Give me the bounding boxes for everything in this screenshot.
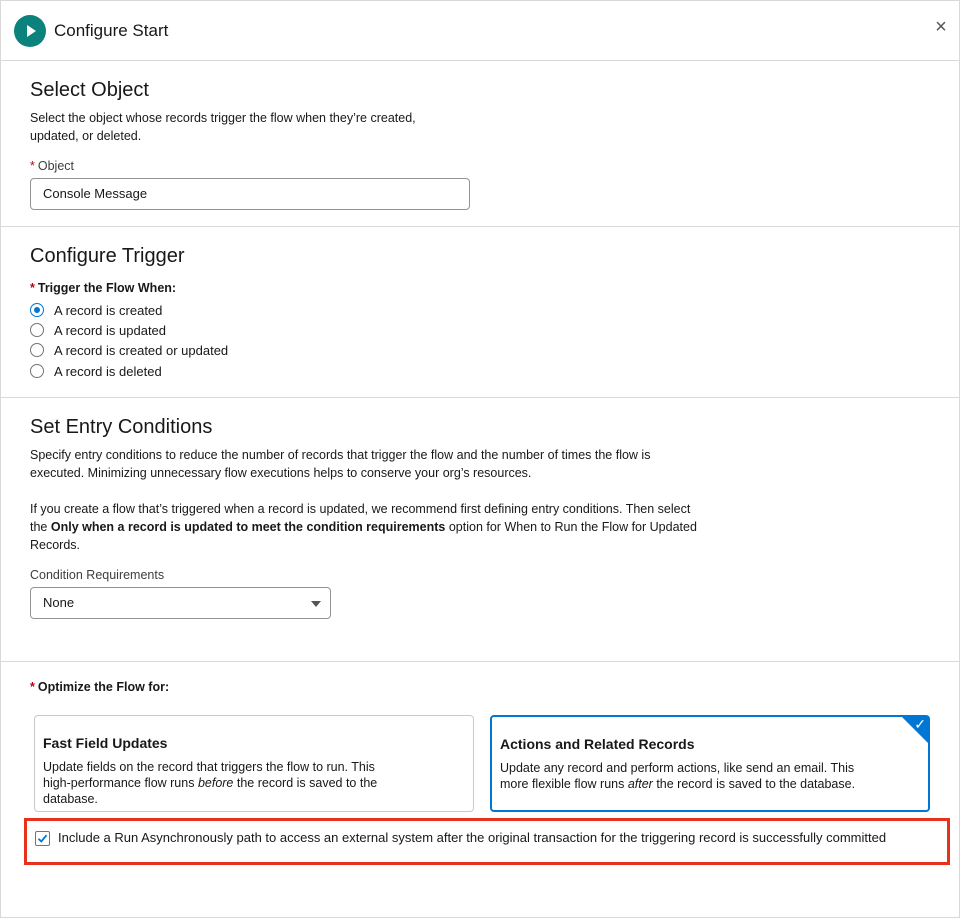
optimize-label: * Optimize the Flow for: [30,680,169,694]
card-title: Actions and Related Records [500,736,695,752]
condition-requirements-label: Condition Requirements [30,568,165,582]
optimize-label-text: Optimize the Flow for: [37,680,170,694]
select-object-section: Select Object Select the object whose re… [1,61,959,227]
paragraph-line: Records. [30,538,81,552]
select-object-heading: Select Object [30,79,149,101]
required-marker: * [30,281,35,295]
radio-button[interactable] [30,343,44,357]
card-emphasis: before [197,776,234,790]
card-text: the record is saved to the [233,776,378,790]
async-path-label[interactable]: Include a Run Asynchronously path to acc… [58,830,886,845]
description-line: Select the object whose records trigger … [30,111,416,125]
panel-title: Configure Start [54,21,169,40]
select-object-description: Select the object whose records trigger … [30,109,416,145]
paragraph-bold-text: Only when a record is updated to meet th… [50,520,446,534]
actions-related-records-card[interactable]: ✓ Actions and Related Records Update any… [490,715,930,812]
radio-record-updated[interactable]: A record is updated [30,321,166,339]
card-description: Update any record and perform actions, l… [500,760,855,792]
configure-start-panel: Configure Start × Select Object Select t… [0,0,960,918]
radio-record-deleted[interactable]: A record is deleted [30,362,162,380]
entry-conditions-heading: Set Entry Conditions [30,416,213,438]
close-icon[interactable]: × [931,17,951,38]
radio-button[interactable] [30,323,44,337]
radio-button[interactable] [30,303,44,317]
card-title: Fast Field Updates [43,735,168,751]
card-description: Update fields on the record that trigger… [43,759,377,807]
radio-label: A record is created [54,302,163,318]
card-emphasis: after [627,777,653,791]
card-line: database. [43,792,98,806]
entry-conditions-paragraph-2: If you create a flow that’s triggered wh… [30,500,697,554]
card-text: more flexible flow runs [500,777,628,791]
required-marker: * [30,159,35,173]
card-line: Update fields on the record that trigger… [43,760,375,774]
async-path-checkbox[interactable] [35,831,50,846]
radio-label: A record is updated [54,322,167,338]
radio-record-created-or-updated[interactable]: A record is created or updated [30,341,228,359]
play-icon [14,15,46,47]
paragraph-line: If you create a flow that’s triggered wh… [30,502,691,516]
condition-requirements-select[interactable]: None [30,587,331,619]
checkmark-icon [37,834,48,843]
panel-header: Configure Start × [1,1,959,61]
required-marker: * [30,680,35,694]
paragraph-text: the [30,520,51,534]
card-line: Update any record and perform actions, l… [500,761,855,775]
entry-conditions-paragraph-1: Specify entry conditions to reduce the n… [30,446,650,482]
entry-conditions-section: Set Entry Conditions Specify entry condi… [1,398,959,662]
paragraph-line: executed. Minimizing unnecessary flow ex… [30,466,532,480]
select-value: None [43,595,75,610]
radio-button[interactable] [30,364,44,378]
caret-down-icon [311,601,321,607]
paragraph-text: option for When to Run the Flow for Upda… [445,520,697,534]
trigger-label-text: Trigger the Flow When: [37,281,177,295]
description-line: updated, or deleted. [30,129,142,143]
radio-record-created[interactable]: A record is created [30,301,162,319]
object-label-text: Object [37,159,75,173]
checkmark-icon: ✓ [914,716,926,732]
paragraph-line: Specify entry conditions to reduce the n… [30,448,651,462]
configure-trigger-section: Configure Trigger * Trigger the Flow When… [1,227,959,398]
object-field-label: * Object [30,159,74,173]
trigger-field-label: * Trigger the Flow When: [30,281,176,295]
configure-trigger-heading: Configure Trigger [30,245,185,267]
radio-label: A record is deleted [54,363,162,379]
object-input[interactable]: Console Message [30,178,470,210]
card-text: the record is saved to the database. [652,777,856,791]
card-text: high-performance flow runs [43,776,198,790]
radio-label: A record is created or updated [54,342,229,358]
fast-field-updates-card[interactable]: Fast Field Updates Update fields on the … [34,715,474,812]
